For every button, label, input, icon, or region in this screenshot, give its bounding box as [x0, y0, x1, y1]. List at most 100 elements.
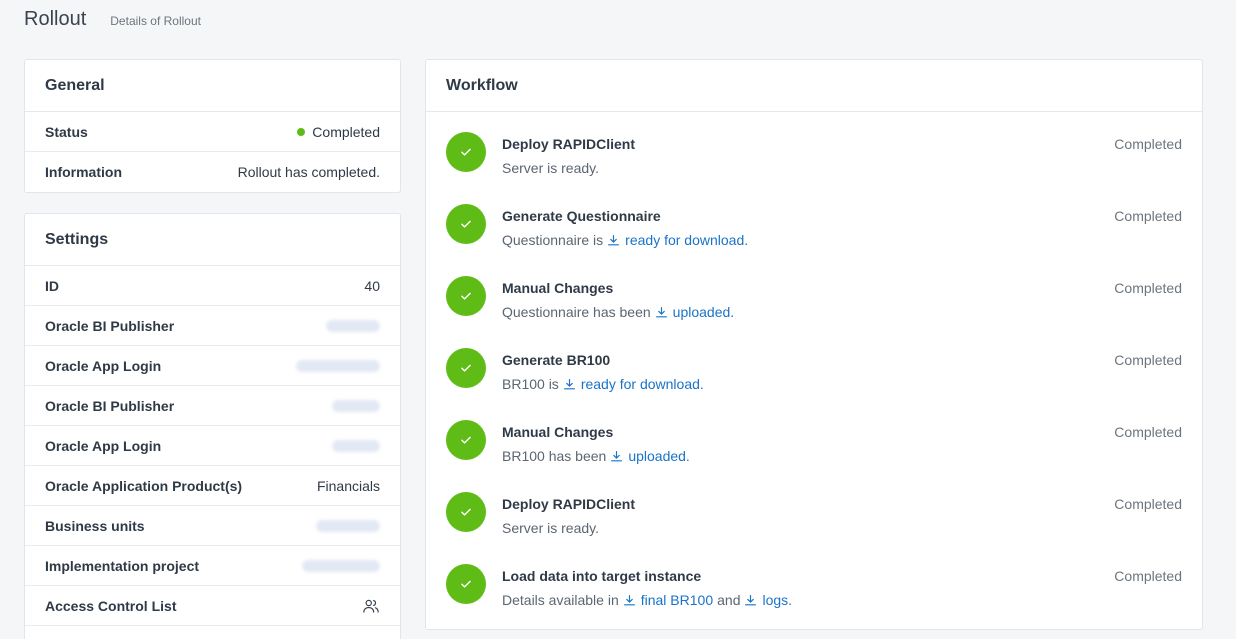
step-description: Details available in final BR100 and log… — [502, 592, 1202, 608]
settings-row-products: Oracle Application Product(s) Financials — [25, 466, 400, 506]
page-subtitle: Details of Rollout — [110, 14, 201, 28]
settings-row-id: ID 40 — [25, 266, 400, 306]
check-icon — [446, 276, 486, 316]
status-row: Status Completed — [25, 112, 400, 152]
download-icon — [623, 594, 635, 605]
settings-row-app-login: Oracle App Login — [25, 426, 400, 466]
link-label: final BR100 — [640, 592, 714, 608]
step-description: Server is ready. — [502, 520, 1202, 536]
settings-label: Access Control List — [45, 597, 177, 614]
workflow-card: Workflow Deploy RAPIDClient Server is re… — [425, 59, 1203, 630]
page-title: Rollout — [24, 8, 87, 30]
workflow-card-title: Workflow — [426, 60, 1202, 112]
step-description: Server is ready. — [502, 160, 1202, 176]
general-card: General Status Completed Information Rol… — [24, 59, 401, 193]
step-status: Completed — [1114, 208, 1182, 224]
step-title: Load data into target instance — [502, 568, 702, 584]
download-icon — [608, 234, 620, 245]
workflow-step: Generate BR100 BR100 is ready for downlo… — [426, 348, 1202, 420]
link-label: ready for download. — [580, 376, 704, 392]
workflow-step: Deploy RAPIDClient Server is ready. Comp… — [426, 132, 1202, 204]
download-icon — [745, 594, 757, 605]
settings-label: ID — [45, 277, 59, 294]
uploaded-br100-link[interactable]: uploaded. — [610, 448, 690, 464]
check-icon — [446, 564, 486, 604]
status-label: Status — [45, 123, 88, 140]
settings-label: Business units — [45, 517, 145, 534]
settings-row-bi-publisher: Oracle BI Publisher — [25, 386, 400, 426]
link-label: ready for download. — [625, 232, 749, 248]
settings-label: Implementation project — [45, 557, 200, 574]
redacted-value — [332, 439, 380, 452]
step-title: Manual Changes — [502, 424, 614, 440]
settings-row-acl: Access Control List — [25, 586, 400, 626]
download-icon — [611, 450, 623, 461]
step-desc-text: and — [717, 592, 741, 608]
redacted-value — [302, 559, 380, 572]
step-title: Generate BR100 — [502, 352, 611, 368]
settings-label: Oracle Application Product(s) — [45, 477, 243, 494]
step-status: Completed — [1114, 424, 1182, 440]
step-title: Generate Questionnaire — [502, 208, 661, 224]
step-status: Completed — [1114, 136, 1182, 152]
settings-value: 40 — [364, 277, 380, 294]
download-icon — [563, 378, 575, 389]
redacted-value — [316, 519, 380, 532]
step-description: BR100 has been uploaded. — [502, 448, 1202, 464]
workflow-step: Generate Questionnaire Questionnaire is … — [426, 204, 1202, 276]
step-desc-text: Details available in — [502, 592, 619, 608]
check-icon — [446, 492, 486, 532]
step-desc-text: BR100 is — [502, 376, 559, 392]
settings-row-more — [25, 626, 400, 639]
status-value: Completed — [312, 123, 380, 140]
step-description: Questionnaire is ready for download. — [502, 232, 1202, 248]
link-label: uploaded. — [672, 304, 735, 320]
workflow-step: Manual Changes Questionnaire has been up… — [426, 276, 1202, 348]
information-value: Rollout has completed. — [237, 164, 380, 180]
settings-card-title: Settings — [25, 214, 400, 266]
download-questionnaire-link[interactable]: ready for download. — [607, 232, 748, 248]
step-desc-text: Server is ready. — [502, 520, 599, 536]
check-icon — [446, 132, 486, 172]
settings-label: Oracle BI Publisher — [45, 317, 175, 334]
check-icon — [446, 348, 486, 388]
status-dot-icon — [297, 127, 306, 136]
settings-value: Financials — [316, 477, 380, 494]
final-br100-link[interactable]: final BR100 — [623, 592, 713, 608]
step-title: Deploy RAPIDClient — [502, 496, 636, 512]
step-title: Manual Changes — [502, 280, 614, 296]
settings-row-implementation-project: Implementation project — [25, 546, 400, 586]
settings-row-app-login: Oracle App Login — [25, 346, 400, 386]
step-status: Completed — [1114, 280, 1182, 296]
settings-card: Settings ID 40 Oracle BI Publisher Oracl… — [24, 213, 401, 639]
step-desc-text: Questionnaire is — [502, 232, 604, 248]
workflow-step: Load data into target instance Details a… — [426, 564, 1202, 636]
workflow-step: Deploy RAPIDClient Server is ready. Comp… — [426, 492, 1202, 564]
step-description: BR100 is ready for download. — [502, 376, 1202, 392]
check-icon — [446, 204, 486, 244]
step-desc-text: Server is ready. — [502, 160, 599, 176]
users-icon[interactable] — [362, 597, 380, 615]
status-badge: Completed — [297, 124, 380, 140]
uploaded-questionnaire-link[interactable]: uploaded. — [655, 304, 735, 320]
settings-row-bi-publisher: Oracle BI Publisher — [25, 306, 400, 346]
step-title: Deploy RAPIDClient — [502, 136, 636, 152]
check-icon — [446, 420, 486, 460]
settings-label: Oracle App Login — [45, 357, 162, 374]
step-status: Completed — [1114, 352, 1182, 368]
download-br100-link[interactable]: ready for download. — [563, 376, 704, 392]
settings-row-business-units: Business units — [25, 506, 400, 546]
information-row: Information Rollout has completed. — [25, 152, 400, 192]
workflow-step: Manual Changes BR100 has been uploaded. … — [426, 420, 1202, 492]
link-label: logs. — [762, 592, 793, 608]
general-card-title: General — [25, 60, 400, 112]
settings-label: Oracle App Login — [45, 437, 162, 454]
redacted-value — [332, 399, 380, 412]
step-desc-text: Questionnaire has been — [502, 304, 651, 320]
logs-link[interactable]: logs. — [744, 592, 792, 608]
step-description: Questionnaire has been uploaded. — [502, 304, 1202, 320]
download-icon — [655, 306, 667, 317]
information-label: Information — [45, 164, 122, 180]
redacted-value — [326, 319, 380, 332]
step-desc-text: BR100 has been — [502, 448, 607, 464]
